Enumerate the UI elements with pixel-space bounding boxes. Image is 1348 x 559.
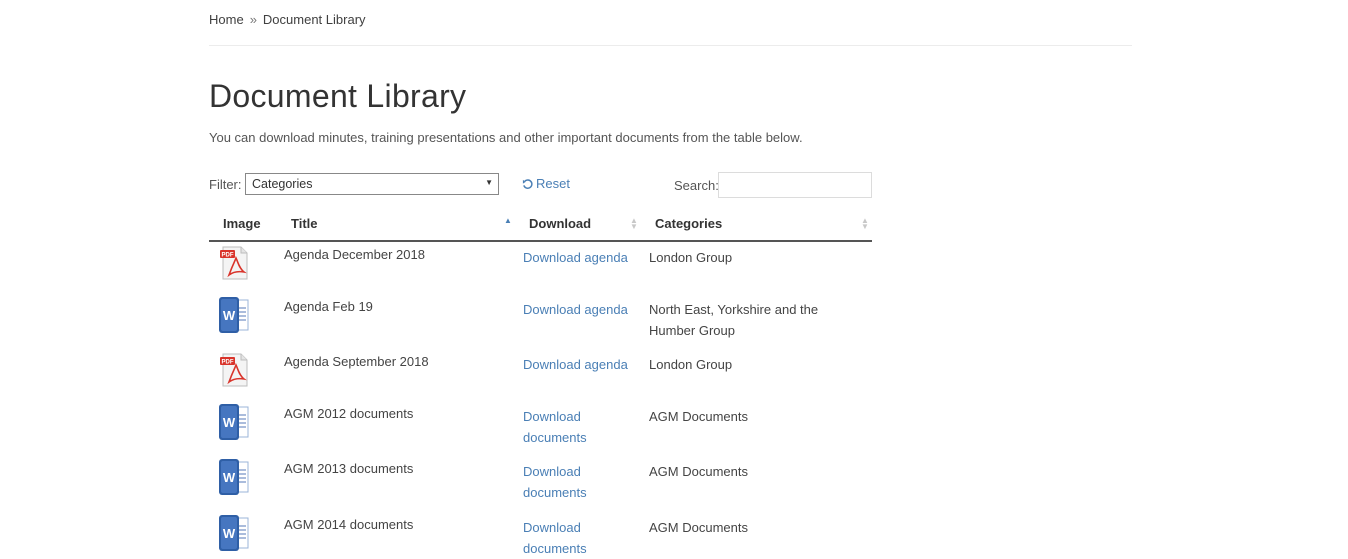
word-doc-icon: W [217, 514, 251, 552]
svg-text:PDF: PDF [222, 252, 234, 258]
pdf-icon: PDF [217, 244, 251, 282]
word-doc-icon: W [217, 458, 251, 496]
reset-label: Reset [536, 176, 570, 191]
svg-text:W: W [223, 526, 236, 541]
table-header: Image Title ▲ Download ▲ ▼ Categories ▲ ▼ [209, 208, 872, 242]
column-header-download[interactable]: Download [529, 216, 591, 231]
svg-text:W: W [223, 470, 236, 485]
document-category: North East, Yorkshire and the Humber Gro… [649, 302, 819, 338]
search-label: Search: [674, 178, 719, 193]
document-title: AGM 2012 documents [284, 406, 414, 421]
document-category: AGM Documents [649, 464, 748, 479]
breadcrumb: Home » Document Library [209, 12, 366, 27]
document-category: London Group [649, 357, 733, 372]
reset-filter-button[interactable]: Reset [522, 176, 570, 191]
reset-icon [522, 179, 533, 189]
download-link[interactable]: Download agenda [523, 299, 633, 320]
download-link[interactable]: Download documents [523, 406, 633, 448]
sort-unsorted-icon[interactable]: ▲ ▼ [630, 217, 638, 231]
document-title: Agenda Feb 19 [284, 299, 373, 314]
category-filter-value: Categories [252, 177, 313, 191]
breadcrumb-home-link[interactable]: Home [209, 12, 244, 27]
document-title: AGM 2013 documents [284, 461, 414, 476]
column-header-title[interactable]: Title [291, 216, 318, 231]
word-doc-icon: W [217, 403, 251, 441]
download-link[interactable]: Download agenda [523, 354, 633, 375]
column-header-categories[interactable]: Categories [655, 216, 722, 231]
divider [209, 45, 1132, 46]
sort-unsorted-icon[interactable]: ▲ ▼ [861, 217, 869, 231]
download-link[interactable]: Download documents [523, 517, 633, 559]
document-category: AGM Documents [649, 409, 748, 424]
svg-text:W: W [223, 415, 236, 430]
search-input[interactable] [718, 172, 872, 198]
pdf-icon: PDF [217, 351, 251, 389]
document-title: Agenda December 2018 [284, 247, 425, 262]
breadcrumb-current: Document Library [262, 12, 366, 27]
document-category: London Group [649, 250, 733, 265]
download-link[interactable]: Download agenda [523, 247, 633, 268]
breadcrumb-separator: » [249, 12, 257, 27]
filter-label: Filter: [209, 177, 242, 192]
word-doc-icon: W [217, 296, 251, 334]
document-title: AGM 2014 documents [284, 517, 414, 532]
dropdown-arrow-icon: ▼ [485, 178, 493, 187]
sort-ascending-icon[interactable]: ▲ [504, 217, 512, 225]
svg-text:PDF: PDF [222, 359, 234, 365]
page-intro: You can download minutes, training prese… [209, 130, 803, 145]
document-title: Agenda September 2018 [284, 354, 429, 369]
category-filter-select[interactable]: Categories ▼ [245, 173, 499, 195]
svg-text:W: W [223, 308, 236, 323]
page-title: Document Library [209, 78, 467, 114]
download-link[interactable]: Download documents [523, 461, 633, 503]
column-header-image: Image [223, 216, 261, 231]
document-category: AGM Documents [649, 520, 748, 535]
